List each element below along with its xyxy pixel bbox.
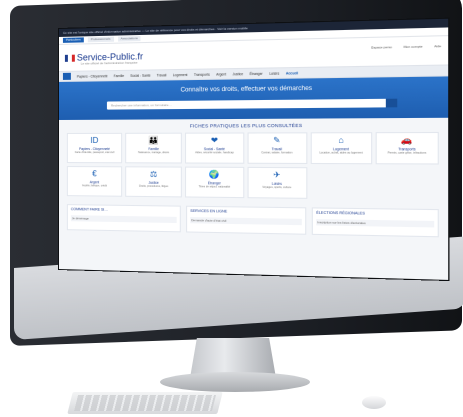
header-link-compte[interactable]: Mon compte: [404, 44, 423, 49]
health-icon: ❤: [210, 135, 218, 145]
hero-banner: Connaître vos droits, effectuer vos déma…: [58, 76, 449, 120]
money-icon: €: [92, 169, 97, 179]
globe-icon: 🌍: [209, 169, 220, 180]
nav-item-etranger[interactable]: Étranger: [250, 71, 263, 75]
monitor-stand-base: [160, 372, 310, 392]
home-icon[interactable]: [62, 72, 71, 80]
product-photo: Ce site est l'unique site officiel d'inf…: [0, 0, 463, 417]
nav-item-famille[interactable]: Famille: [114, 73, 124, 77]
work-icon: ✎: [273, 135, 281, 145]
scales-icon: ⚖: [149, 169, 158, 179]
header-link-aide[interactable]: Aide: [434, 44, 441, 48]
sheet-desc: Permis, carte grise, infractions: [387, 151, 427, 155]
nav-item-argent[interactable]: Argent: [216, 72, 226, 76]
panel-elections: ÉLECTIONS RÉGIONALES Inscription sur les…: [311, 207, 439, 238]
car-icon: 🚗: [401, 135, 413, 145]
search-button[interactable]: [385, 98, 398, 108]
plane-icon: ✈: [273, 170, 281, 180]
panel-title: COMMENT FAIRE SI…: [70, 207, 108, 212]
sheet-desc: Voyages, sports, culture: [262, 185, 292, 190]
screen: Ce site est l'unique site officiel d'inf…: [58, 17, 450, 282]
panel-title: ÉLECTIONS RÉGIONALES: [316, 210, 365, 216]
sheet-desc: Carte d'identité, passeport, état civil: [74, 151, 115, 155]
search-input[interactable]: Rechercher une information, un formulair…: [106, 98, 393, 110]
sheet-card[interactable]: ⚖ Justice Droits, procédures, litiges: [125, 166, 183, 198]
popular-sheets: FICHES PRATIQUES LES PLUS CONSULTÉES ID P…: [59, 118, 448, 205]
sheet-desc: Naissance, mariage, décès: [138, 151, 170, 155]
sheet-card[interactable]: 👪 Famille Naissance, mariage, décès: [125, 132, 183, 164]
sheet-desc: Contrat, salaire, formation: [261, 151, 293, 155]
panel-title: SERVICES EN LIGNE: [190, 208, 228, 214]
panel-item[interactable]: Inscription sur les listes électorales: [316, 219, 435, 228]
nav-item-transports[interactable]: Transports: [194, 72, 210, 76]
nav-item-logement[interactable]: Logement: [173, 72, 188, 76]
sheet-card[interactable]: 🚗 Transports Permis, carte grise, infracti…: [375, 131, 439, 165]
house-icon: ⌂: [338, 135, 344, 145]
sheet-card[interactable]: € Argent Impôts, banque, crédit: [66, 166, 123, 197]
sheet-card[interactable]: ⌂ Logement Location, achat, aides au logem…: [310, 132, 373, 165]
mouse: [362, 396, 386, 409]
keyboard: [67, 392, 223, 414]
sheet-desc: Aides, sécurité sociale, handicap: [195, 151, 234, 155]
sheet-card[interactable]: ID Papiers - Citoyenneté Carte d'identité,…: [66, 132, 123, 164]
brand-subtitle: Le site officiel de l'administration fra…: [80, 60, 138, 66]
nav-item-papiers[interactable]: Papiers - Citoyenneté: [77, 74, 108, 79]
info-panels: COMMENT FAIRE SI… Je déménage SERVICES E…: [59, 200, 448, 242]
sheet-card[interactable]: 🌍 Étranger Titres de séjour, nationalité: [185, 166, 244, 199]
nav-item-loisirs[interactable]: Loisirs: [269, 71, 279, 75]
sheet-desc: Titres de séjour, nationalité: [198, 185, 231, 189]
header-links: Espace perso Mon compte Aide: [371, 44, 441, 50]
tab-associations[interactable]: Associations: [117, 35, 141, 42]
id-card-icon: ID: [90, 135, 99, 145]
header-link-espace[interactable]: Espace perso: [371, 45, 392, 50]
tab-particuliers[interactable]: Particuliers: [62, 37, 84, 43]
panel-services: SERVICES EN LIGNE Demande d'acte d'état …: [186, 205, 307, 235]
nav-item-social[interactable]: Social - Santé: [130, 73, 150, 77]
sheet-desc: Droits, procédures, litiges: [139, 184, 169, 189]
section-title: FICHES PRATIQUES LES PLUS CONSULTÉES: [189, 122, 303, 129]
nav-item-accueil[interactable]: Accueil: [286, 71, 298, 75]
keyboard-keys: [74, 395, 216, 411]
nav-item-justice[interactable]: Justice: [233, 72, 244, 76]
sheet-desc: Location, achat, aides au logement: [319, 151, 363, 155]
panel-item[interactable]: Demande d'acte d'état civil: [190, 217, 302, 226]
hero-title: Connaître vos droits, effectuer vos déma…: [180, 85, 313, 94]
tab-professionnels[interactable]: Professionnels: [87, 36, 114, 43]
family-icon: 👪: [148, 135, 159, 145]
flag-icon: [64, 54, 75, 62]
sheet-desc: Impôts, banque, crédit: [82, 184, 107, 188]
panel-item[interactable]: Je déménage: [70, 215, 177, 224]
sheet-card[interactable]: ✎ Travail Contrat, salaire, formation: [246, 132, 307, 165]
sheets-grid: ID Papiers - Citoyenneté Carte d'identité,…: [66, 131, 439, 200]
monitor: Ce site est l'unique site officiel d'inf…: [10, 0, 463, 346]
panel-comment-faire: COMMENT FAIRE SI… Je déménage: [66, 204, 181, 233]
sheet-card[interactable]: ✈ Loisirs Voyages, sports, culture: [246, 166, 307, 199]
nav-item-travail[interactable]: Travail: [157, 73, 167, 77]
sheet-card[interactable]: ❤ Social - Santé Aides, sécurité sociale, …: [185, 132, 244, 164]
